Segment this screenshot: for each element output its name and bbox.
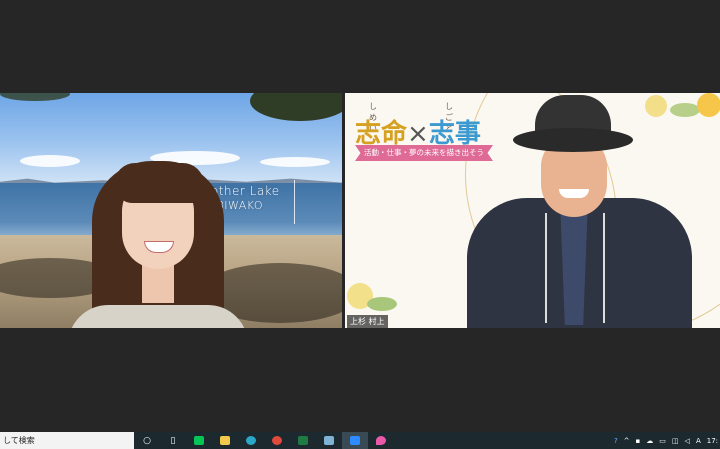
participant-bangs bbox=[114, 163, 204, 203]
leaf-decoration bbox=[367, 297, 397, 311]
volume-icon[interactable]: ◁ bbox=[685, 437, 690, 445]
earphone-cord bbox=[545, 213, 547, 323]
cloud-icon[interactable]: ☁ bbox=[646, 437, 653, 445]
cloud bbox=[260, 157, 330, 167]
flower-decoration bbox=[697, 93, 720, 117]
participant-hat-brim bbox=[513, 128, 633, 152]
video-gallery: Mother Lake BIWAKO しめい しごと 志命×志事 活動・仕事・夢… bbox=[0, 0, 720, 432]
chevron-up-icon[interactable]: ^ bbox=[624, 437, 630, 445]
leaf-decoration bbox=[670, 103, 700, 117]
edge-icon[interactable] bbox=[238, 432, 264, 449]
participant-smile bbox=[559, 189, 589, 198]
app-tray-icon[interactable]: ▪ bbox=[636, 437, 641, 445]
system-tray: ? ^ ▪ ☁ ▭ ◫ ◁ A 17: bbox=[614, 432, 720, 449]
notepad-icon[interactable] bbox=[316, 432, 342, 449]
help-icon[interactable]: ? bbox=[614, 437, 618, 445]
chrome-icon[interactable] bbox=[264, 432, 290, 449]
title-text: 志命×志事 bbox=[355, 113, 481, 150]
title-part2: 志事 bbox=[428, 119, 481, 149]
cloud bbox=[20, 155, 80, 167]
ribbon-text: 活動・仕事・夢の未来を描き出そう bbox=[364, 148, 484, 157]
participant-video-left[interactable]: Mother Lake BIWAKO bbox=[0, 93, 342, 328]
battery-icon[interactable]: ▭ bbox=[659, 437, 666, 445]
clock[interactable]: 17: bbox=[707, 437, 718, 445]
zoom-icon[interactable] bbox=[342, 432, 368, 449]
participant-name-label: 上杉 村上 bbox=[347, 315, 388, 328]
participant-video-right[interactable]: しめい しごと 志命×志事 活動・仕事・夢の未来を描き出そう 上杉 村上 bbox=[345, 93, 720, 328]
line-app-icon[interactable] bbox=[186, 432, 212, 449]
caption-divider bbox=[294, 180, 295, 224]
search-circle-icon[interactable]: ○ bbox=[134, 432, 160, 449]
excel-icon[interactable] bbox=[290, 432, 316, 449]
windows-taskbar: して検索 ○ ▯ ? ^ ▪ ☁ ▭ ◫ ◁ A 17: bbox=[0, 432, 720, 449]
task-view-icon[interactable]: ▯ bbox=[160, 432, 186, 449]
participant-shirt bbox=[68, 305, 248, 328]
title-part1: 志命 bbox=[355, 119, 408, 149]
taskbar-search-box[interactable]: して検索 bbox=[0, 432, 134, 449]
ime-indicator[interactable]: A bbox=[696, 437, 701, 445]
title-cross: × bbox=[407, 119, 429, 149]
earphone-cord bbox=[603, 213, 605, 323]
droplet-app-icon[interactable] bbox=[368, 432, 394, 449]
file-explorer-icon[interactable] bbox=[212, 432, 238, 449]
flower-decoration bbox=[645, 95, 667, 117]
network-icon[interactable]: ◫ bbox=[672, 437, 679, 445]
participant-neck bbox=[142, 263, 174, 303]
